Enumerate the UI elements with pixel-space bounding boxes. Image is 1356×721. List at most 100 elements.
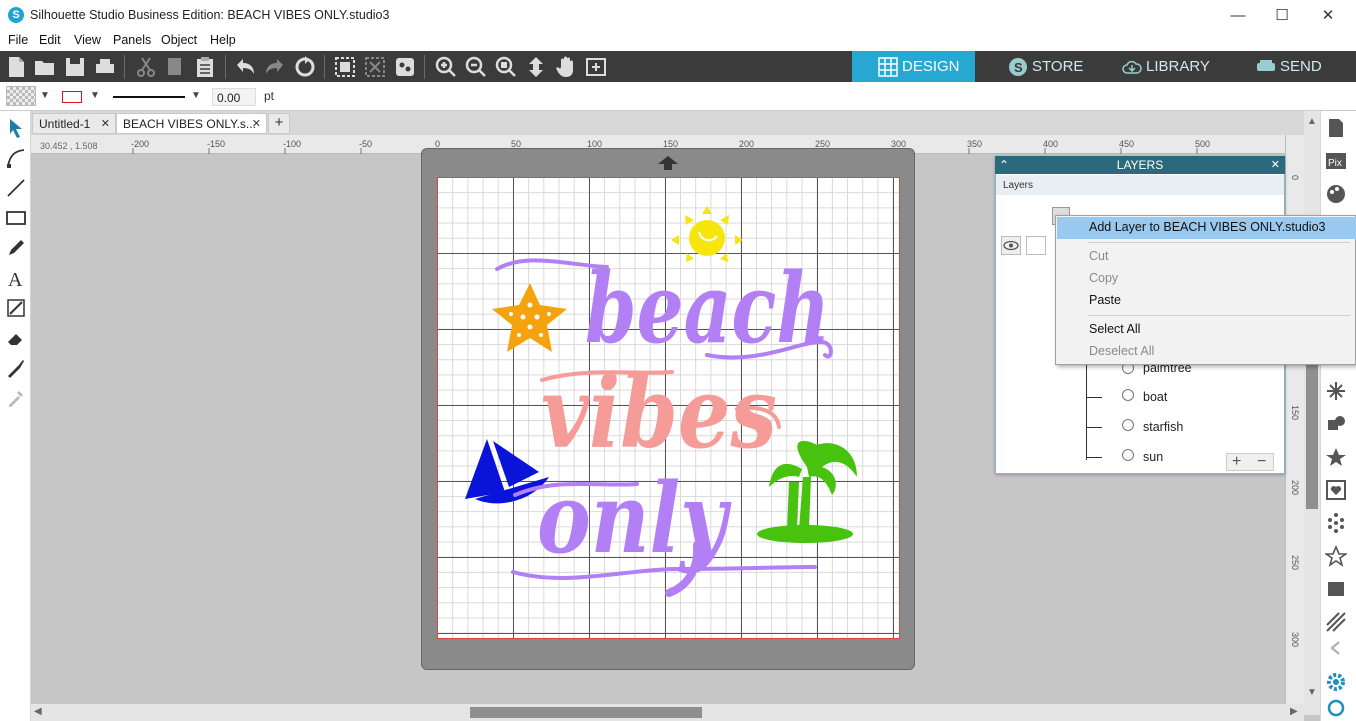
star-outline-icon[interactable] (1325, 446, 1347, 468)
fill-palette-icon[interactable] (1325, 183, 1347, 205)
layer-radio-sun[interactable] (1122, 449, 1134, 461)
rhinestone-icon[interactable] (1325, 512, 1347, 534)
scroll-right-arrow-icon[interactable]: ▶ (1290, 706, 1298, 717)
scroll-left-arrow-icon[interactable]: ◀ (34, 706, 42, 717)
open-folder-icon[interactable] (33, 55, 57, 79)
line-color-swatch[interactable] (62, 91, 82, 103)
tab-send[interactable]: SEND (1230, 51, 1350, 82)
line-style-sample[interactable] (113, 96, 185, 98)
sketch-lines-icon[interactable] (1325, 611, 1347, 633)
zoom-select-icon[interactable] (494, 55, 518, 79)
new-tab-button[interactable]: + (268, 113, 290, 134)
compound-path-icon[interactable] (393, 55, 417, 79)
layer-item-starfish[interactable]: starfish (1143, 420, 1183, 434)
line-color-dropdown-arrow-icon[interactable]: ▼ (90, 90, 100, 101)
tab-store[interactable]: S STORE (982, 51, 1102, 82)
pixscan-icon[interactable]: Pix (1325, 150, 1347, 172)
undo-icon[interactable] (233, 55, 257, 79)
only-word[interactable]: only (511, 462, 817, 597)
ctx-copy[interactable]: Copy (1057, 268, 1356, 290)
select-arrow-icon[interactable] (5, 117, 27, 139)
ctx-paste[interactable]: Paste (1057, 290, 1356, 312)
knife-tool-icon[interactable] (5, 357, 27, 379)
minimize-button[interactable]: — (1215, 0, 1261, 31)
beach-vibes-artwork[interactable]: beach vibes only (437, 177, 900, 639)
lock-toggle[interactable] (1026, 236, 1046, 255)
sync-icon[interactable] (1325, 697, 1347, 719)
ctx-cut[interactable]: Cut (1057, 246, 1356, 268)
fill-color-swatch[interactable] (6, 86, 36, 106)
redo-icon[interactable] (263, 55, 287, 79)
layer-radio-starfish[interactable] (1122, 419, 1134, 431)
menu-edit[interactable]: Edit (39, 33, 61, 47)
tab-design[interactable]: DESIGN (852, 51, 975, 82)
page-setup-icon[interactable] (1325, 117, 1347, 139)
pan-hand-icon[interactable] (554, 55, 578, 79)
line-width-input[interactable]: 0.00 (212, 88, 256, 106)
sketch-tool-icon[interactable] (5, 297, 27, 319)
horizontal-scrollbar[interactable]: ◀ ▶ (31, 704, 1304, 721)
print-icon[interactable] (93, 55, 117, 79)
left-tool-strip (0, 111, 31, 721)
menu-object[interactable]: Object (161, 33, 197, 47)
eyedropper-tool-icon[interactable] (5, 387, 27, 409)
menu-file[interactable]: File (8, 33, 28, 47)
close-panel-icon[interactable]: ✕ (1271, 156, 1280, 174)
zoom-in-icon[interactable] (434, 55, 458, 79)
collapse-arrow-icon[interactable] (1325, 640, 1347, 656)
library-heart-icon[interactable] (1325, 479, 1347, 501)
eraser-tool-icon[interactable] (5, 327, 27, 349)
remove-layer-button[interactable]: − (1257, 454, 1266, 470)
visibility-toggle[interactable] (1001, 236, 1021, 255)
fill-dropdown-arrow-icon[interactable]: ▼ (40, 90, 50, 101)
doc-tab-beach-vibes[interactable]: BEACH VIBES ONLY.s... ✕ (116, 113, 267, 134)
layer-radio-boat[interactable] (1122, 389, 1134, 401)
vertical-scrollbar[interactable]: ▲ ▼ (1304, 111, 1320, 715)
ungroup-icon[interactable] (363, 55, 387, 79)
menu-help[interactable]: Help (210, 33, 236, 47)
menu-panels[interactable]: Panels (113, 33, 151, 47)
close-button[interactable]: ✕ (1305, 0, 1351, 31)
line-tool-icon[interactable] (5, 177, 27, 199)
ctx-deselect-all[interactable]: Deselect All (1057, 341, 1356, 363)
close-tab-icon[interactable]: ✕ (252, 117, 261, 130)
svg-text:vibes: vibes (541, 356, 777, 471)
vibes-word[interactable]: vibes (540, 356, 781, 471)
zoom-out-icon[interactable] (464, 55, 488, 79)
ctx-select-all[interactable]: Select All (1057, 319, 1356, 341)
layer-item-boat[interactable]: boat (1143, 390, 1167, 404)
add-layer-button[interactable]: + (1232, 454, 1241, 470)
fit-to-page-icon[interactable] (584, 55, 608, 79)
doc-tab-untitled[interactable]: Untitled-1 ✕ (32, 113, 116, 134)
trace-icon[interactable] (1325, 380, 1347, 402)
star-icon[interactable] (1325, 545, 1347, 567)
horizontal-scroll-thumb[interactable] (470, 707, 702, 718)
send-layers-icon[interactable] (1325, 578, 1347, 600)
menu-view[interactable]: View (74, 33, 101, 47)
text-tool-icon[interactable]: A (5, 267, 27, 289)
save-icon[interactable] (63, 55, 87, 79)
line-style-dropdown-arrow-icon[interactable]: ▼ (191, 90, 201, 101)
rectangle-tool-icon[interactable] (5, 207, 27, 229)
scroll-down-arrow-icon[interactable]: ▼ (1307, 687, 1317, 698)
replicate-icon[interactable] (1325, 413, 1347, 435)
cut-icon[interactable] (134, 55, 158, 79)
redraw-icon[interactable] (293, 55, 317, 79)
ctx-add-layer[interactable]: Add Layer to BEACH VIBES ONLY.studio3 (1057, 217, 1356, 239)
scroll-up-arrow-icon[interactable]: ▲ (1307, 116, 1317, 127)
close-tab-icon[interactable]: ✕ (101, 117, 110, 130)
move-down-icon[interactable] (524, 55, 548, 79)
copy-icon[interactable] (163, 55, 187, 79)
tab-send-label: SEND (1280, 58, 1322, 75)
settings-gear-icon[interactable] (1325, 671, 1347, 693)
maximize-button[interactable]: ☐ (1259, 0, 1305, 31)
point-edit-icon[interactable] (5, 147, 27, 169)
paste-icon[interactable] (193, 55, 217, 79)
group-icon[interactable] (333, 55, 357, 79)
collapse-panel-icon[interactable]: ⌃ (999, 156, 1009, 174)
layer-item-sun[interactable]: sun (1143, 450, 1163, 464)
new-document-icon[interactable] (4, 55, 28, 79)
draw-tool-icon[interactable] (5, 237, 27, 259)
starfish-shape[interactable] (492, 283, 567, 352)
tab-library[interactable]: LIBRARY (1096, 51, 1226, 82)
